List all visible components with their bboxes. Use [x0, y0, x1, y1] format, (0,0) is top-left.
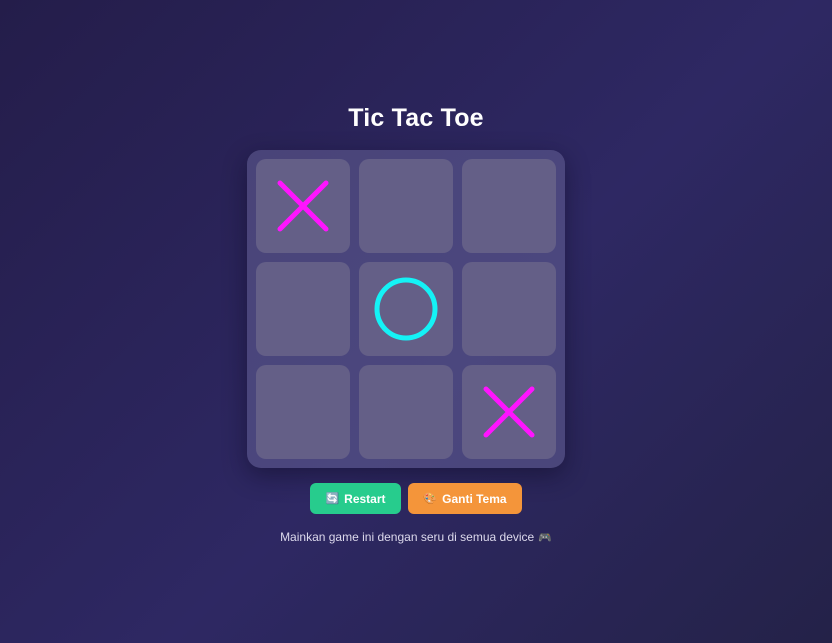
board-cell-1-2[interactable] — [359, 159, 453, 253]
o-mark-icon — [374, 277, 438, 341]
restart-button[interactable]: 🔄 Restart — [310, 483, 401, 514]
board-cell-3-1[interactable] — [256, 365, 350, 459]
restart-label: Restart — [344, 491, 386, 506]
change-theme-button[interactable]: 🎨 Ganti Tema — [408, 483, 522, 514]
x-mark-icon — [277, 180, 329, 232]
board-cell-2-1[interactable] — [256, 262, 350, 356]
control-buttons: 🔄 Restart 🎨 Ganti Tema — [0, 483, 832, 514]
restart-icon: 🔄 — [325, 493, 340, 505]
x-mark-icon — [483, 386, 535, 438]
game-app: Tic Tac Toe 🔄 Restart 🎨 Ganti Tema Maink… — [0, 0, 832, 643]
board-cell-1-1[interactable] — [256, 159, 350, 253]
board-cell-1-3[interactable] — [462, 159, 556, 253]
gamepad-icon: 🎮 — [538, 532, 552, 544]
board-cell-3-2[interactable] — [359, 365, 453, 459]
change-theme-label: Ganti Tema — [442, 491, 507, 506]
game-board — [247, 150, 565, 468]
footer-text: Mainkan game ini dengan seru di semua de… — [280, 530, 535, 544]
footer-note: Mainkan game ini dengan seru di semua de… — [0, 530, 832, 544]
board-cell-2-3[interactable] — [462, 262, 556, 356]
board-cell-2-2[interactable] — [359, 262, 453, 356]
palette-icon: 🎨 — [423, 493, 438, 505]
game-title: Tic Tac Toe — [348, 104, 484, 132]
board-cell-3-3[interactable] — [462, 365, 556, 459]
